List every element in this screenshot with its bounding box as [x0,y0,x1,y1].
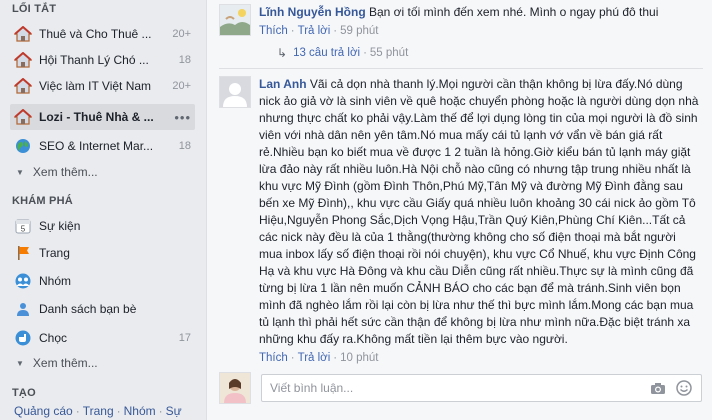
comment-item: Lĩnh Nguyễn Hồng Bạn ơi tối mình đến xem… [219,4,699,40]
avatar[interactable] [219,76,251,108]
comment-composer [261,374,702,402]
separator: · [363,47,367,59]
reply-link[interactable]: Trả lời [298,352,331,364]
see-more-shortcuts[interactable]: ▼ Xem thêm... [16,165,98,179]
separator: · [75,404,80,418]
comments-panel: Lĩnh Nguyễn Hồng Bạn ơi tối mình đến xem… [206,0,712,420]
globe-icon [14,137,32,155]
comment-text: Bạn ơi tối mình đến xem nhé. Mình o ngay… [369,5,659,19]
explore-label: Sự kiện [39,219,81,233]
calendar-day: 5 [21,225,26,234]
current-user-avatar[interactable] [219,372,251,404]
friends-list-icon [14,300,32,318]
separator: · [290,352,295,364]
notification-count: 18 [178,54,191,66]
separator: · [290,25,295,37]
chevron-down-icon: ▼ [16,167,24,177]
create-link-page[interactable]: Trang [83,404,114,418]
house-icon [14,108,32,126]
separator: · [116,404,121,418]
create-link-group[interactable]: Nhóm [124,404,156,418]
shortcut-item-seo[interactable]: SEO & Internet Mar... 18 [10,133,195,159]
group-icon [14,272,32,290]
see-more-explore[interactable]: ▼ Xem thêm... [16,356,98,370]
chevron-down-icon: ▼ [16,358,24,368]
house-icon [14,77,32,95]
see-more-label: Xem thêm... [32,356,98,370]
house-icon [14,51,32,69]
comment-text: Vãi cả dọn nhà thanh lý.Mọi người cần th… [259,77,699,346]
explore-label: Nhóm [39,274,72,288]
explore-item-events[interactable]: 5 Sự kiện [10,213,195,239]
shortcut-label: Hội Thanh Lý Chó ... [39,53,149,67]
like-link[interactable]: Thích [259,25,288,37]
reply-arrow-icon: ↳ [277,46,288,60]
notification-count: 20+ [172,28,191,40]
explore-title: KHÁM PHÁ [12,195,73,207]
create-title: TẠO [12,387,36,399]
shortcut-item-thue-cho-thue[interactable]: Thuê và Cho Thuê ... 20+ [10,21,195,47]
explore-item-pages[interactable]: Trang [10,240,195,266]
emoji-icon[interactable] [675,379,693,397]
separator: · [333,352,338,364]
comment-author[interactable]: Lĩnh Nguyễn Hồng [259,5,366,19]
comment-actions: Thích · Trả lời · 10 phút [259,350,699,367]
explore-item-pokes[interactable]: Chọc 17 [10,325,195,351]
shortcut-item-lozi[interactable]: Lozi - Thuê Nhà & ... ••• [10,104,195,130]
notification-count: 18 [178,140,191,152]
left-sidebar: LỐI TẮT Thuê và Cho Thuê ... 20+ Hội Tha… [0,0,205,420]
separator: · [333,25,338,37]
separator: · [158,404,163,418]
shortcut-label: Lozi - Thuê Nhà & ... [39,110,154,124]
comment-body: Lĩnh Nguyễn Hồng Bạn ơi tối mình đến xem… [259,4,699,40]
shortcut-label: SEO & Internet Mar... [39,139,154,153]
see-more-label: Xem thêm... [32,165,98,179]
flag-icon [14,244,32,262]
shortcut-label: Thuê và Cho Thuê ... [39,27,152,41]
shortcut-label: Việc làm IT Việt Nam [39,79,152,93]
comment-time[interactable]: 59 phút [340,25,378,37]
house-icon [14,25,32,43]
view-replies[interactable]: ↳ 13 câu trả lời · 55 phút [277,46,408,60]
notification-count: 20+ [172,80,191,92]
like-link[interactable]: Thích [259,352,288,364]
reply-link[interactable]: Trả lời [298,25,331,37]
explore-label: Danh sách bạn bè [39,302,137,316]
comment-author[interactable]: Lan Anh [259,77,307,91]
explore-label: Chọc [39,331,68,345]
comment-actions: Thích · Trả lời · 59 phút [259,23,699,40]
create-link-event[interactable]: Sự [166,404,182,418]
explore-label: Trang [39,246,70,260]
divider [219,68,703,69]
create-links: Quảng cáo · Trang · Nhóm · Sự [14,404,182,418]
camera-icon[interactable] [649,379,667,397]
poke-icon [14,329,32,347]
avatar[interactable] [219,4,251,36]
replies-time: 55 phút [369,47,409,59]
notification-count: 17 [178,332,191,344]
explore-item-friend-lists[interactable]: Danh sách bạn bè [10,296,195,322]
shortcut-item-thanh-ly-cho[interactable]: Hội Thanh Lý Chó ... 18 [10,47,195,73]
replies-count-link[interactable]: 13 câu trả lời [293,47,360,59]
comment-input[interactable] [262,381,649,395]
comment-item: Lan Anh Vãi cả dọn nhà thanh lý.Mọi ngườ… [219,76,699,367]
explore-item-groups[interactable]: Nhóm [10,268,195,294]
calendar-icon: 5 [14,217,32,235]
create-link-ads[interactable]: Quảng cáo [14,404,73,418]
shortcut-item-viec-lam-it[interactable]: Việc làm IT Việt Nam 20+ [10,73,195,99]
shortcuts-title: LỐI TẮT [12,3,57,15]
comment-body: Lan Anh Vãi cả dọn nhà thanh lý.Mọi ngườ… [259,76,699,367]
more-options-icon[interactable]: ••• [174,110,191,125]
comment-time[interactable]: 10 phút [340,352,378,364]
